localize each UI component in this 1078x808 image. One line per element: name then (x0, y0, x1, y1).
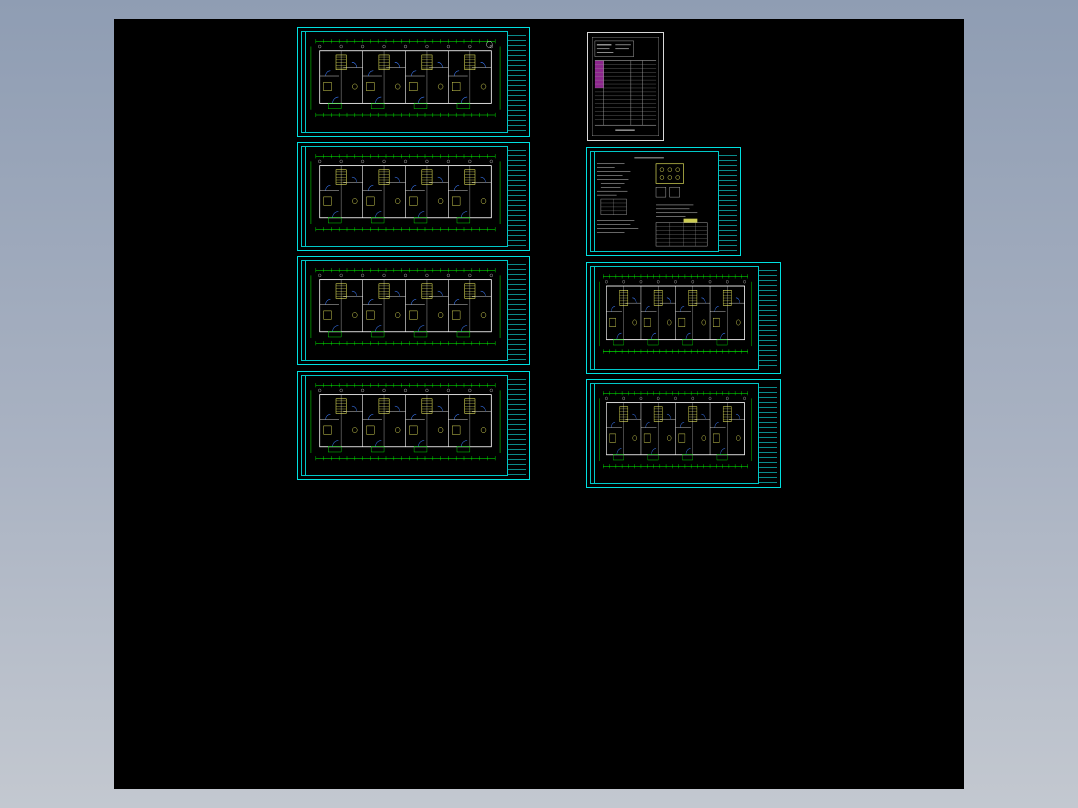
floor-plan-drawing (308, 380, 503, 463)
sheet-binding-strip (590, 266, 595, 370)
floor-plan-drawing (308, 36, 503, 120)
sheet-binding-strip (301, 146, 306, 247)
sheet-title-block (718, 151, 737, 252)
sheet-floor-plan-5[interactable] (586, 262, 781, 374)
sheet-floor-plan-1[interactable] (297, 27, 530, 137)
sheet-title-block (507, 146, 526, 247)
design-notes-text (595, 152, 718, 251)
floor-plan-drawing (597, 388, 754, 471)
sheet-binding-strip (301, 375, 306, 476)
sheet-title-block (758, 266, 777, 370)
sheet-floor-plan-6[interactable] (586, 379, 781, 488)
floor-plan-drawing (308, 265, 503, 348)
sheet-title-block (758, 383, 777, 484)
sheet-binding-strip (301, 260, 306, 361)
sheet-title-block (507, 31, 526, 133)
sheet-title-block (507, 260, 526, 361)
sheet-title-block (507, 375, 526, 476)
sheet-floor-plan-3[interactable] (297, 256, 530, 365)
model-space-viewport[interactable] (114, 19, 964, 789)
sheet-design-notes[interactable] (586, 147, 741, 256)
sheet-drawing-index[interactable] (587, 32, 664, 141)
floor-plan-drawing (308, 151, 503, 234)
sheet-floor-plan-2[interactable] (297, 142, 530, 251)
sheet-floor-plan-4[interactable] (297, 371, 530, 480)
sheet-binding-strip (590, 383, 595, 484)
sheet-binding-strip (301, 31, 306, 133)
floor-plan-drawing (597, 271, 754, 357)
drawing-index-table (592, 37, 659, 136)
